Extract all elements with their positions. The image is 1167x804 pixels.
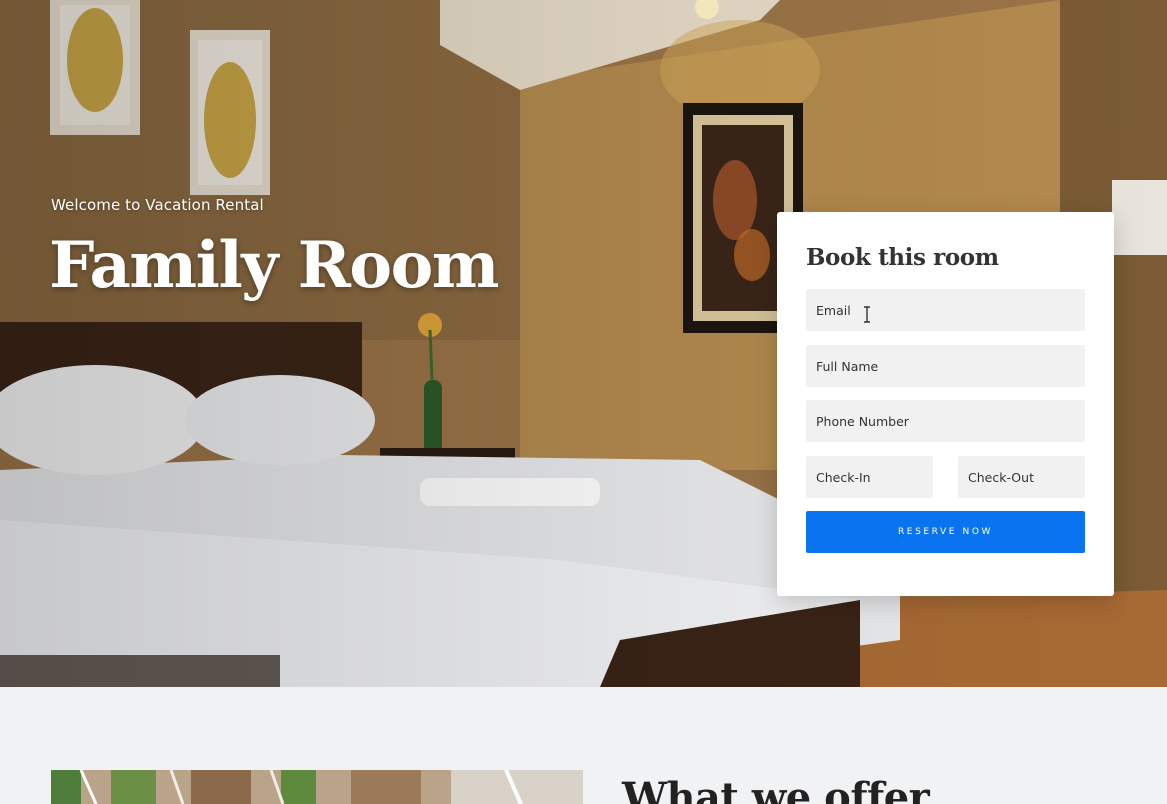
offer-heading: What we offer [622,774,930,804]
hero-eyebrow: Welcome to Vacation Rental [51,196,264,214]
email-field[interactable] [806,289,1085,331]
offer-image [51,770,583,804]
check-in-field[interactable] [806,456,933,498]
full-name-field[interactable] [806,345,1085,387]
text-cursor-icon [864,306,870,323]
check-out-field[interactable] [958,456,1085,498]
booking-title: Book this room [806,244,999,271]
booking-form: Book this room RESERVE NOW [777,212,1114,596]
phone-number-field[interactable] [806,400,1085,442]
page-title: Family Room [49,228,500,303]
reserve-now-button[interactable]: RESERVE NOW [806,511,1085,553]
